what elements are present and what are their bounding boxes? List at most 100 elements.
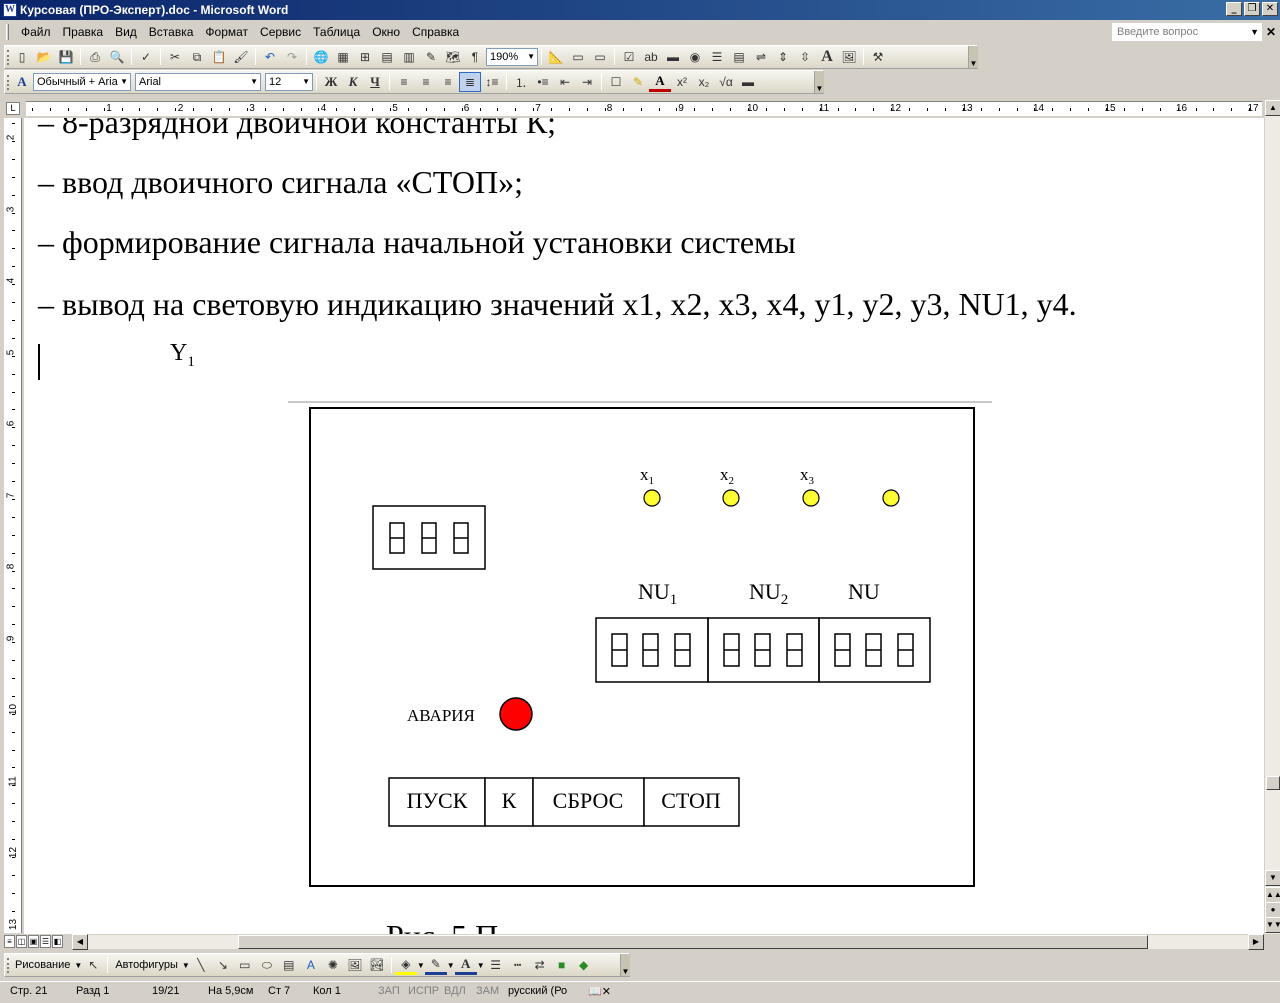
listbox-control-icon[interactable]: ☰ [706, 47, 728, 67]
diagram-tool-icon[interactable]: ✺ [322, 955, 344, 975]
insert-table-icon[interactable]: ⊞ [354, 47, 376, 67]
font-color-icon[interactable]: A [649, 72, 671, 92]
horizontal-ruler[interactable]: 1 2 3 4 5 6 7 8 9 10 11 12 13 14 15 16 17 [26, 101, 1262, 116]
textbox-tool-icon[interactable]: ▤ [278, 955, 300, 975]
open-folder-icon[interactable]: 📂 [33, 47, 55, 67]
borders-icon[interactable]: ☐ [605, 72, 627, 92]
web-layout-icon[interactable]: ◫ [16, 935, 27, 948]
drawing-icon[interactable]: ✎ [420, 47, 442, 67]
wordart-tool-icon[interactable]: A [300, 955, 322, 975]
arrow-style-icon[interactable]: ⇄ [529, 955, 551, 975]
save-icon[interactable]: 💾 [55, 47, 77, 67]
chevron-down-icon[interactable]: ▼ [182, 961, 190, 970]
underline-button[interactable]: Ч [364, 72, 386, 92]
columns-icon[interactable]: ▥ [398, 47, 420, 67]
spelling-icon[interactable]: ✓ [135, 47, 157, 67]
italic-button[interactable]: К [342, 72, 364, 92]
new-document-icon[interactable]: ▯ [11, 47, 33, 67]
view-code-icon[interactable]: ▭ [589, 47, 611, 67]
design-mode-icon[interactable]: 📐 [545, 47, 567, 67]
print-preview-icon[interactable]: 🔍 [106, 47, 128, 67]
ask-question-input[interactable]: Введите вопрос ▼ [1112, 23, 1262, 41]
menu-tools[interactable]: Сервис [254, 23, 307, 41]
chevron-down-icon[interactable]: ▼ [527, 49, 535, 65]
label-control-icon[interactable]: A [816, 47, 838, 67]
spelling-status-icon[interactable]: 📖✕ [588, 985, 611, 998]
toolbar-options-icon[interactable]: ▼ [968, 46, 978, 68]
fill-color-icon[interactable]: ◈ [394, 955, 417, 975]
cut-icon[interactable]: ✂ [164, 47, 186, 67]
menu-grip[interactable] [6, 24, 9, 40]
align-center-icon[interactable]: ≡ [415, 72, 437, 92]
print-layout-icon[interactable]: ▣ [28, 935, 39, 948]
document-close-icon[interactable]: ✕ [1266, 25, 1276, 39]
arrow-tool-icon[interactable]: ↘ [212, 955, 234, 975]
chevron-down-icon[interactable]: ▼ [477, 961, 485, 970]
spinbutton-control-icon[interactable]: ⇕ [772, 47, 794, 67]
superscript-icon[interactable]: x² [671, 72, 693, 92]
chevron-down-icon[interactable]: ▼ [74, 961, 82, 970]
3d-style-icon[interactable]: ◆ [573, 955, 595, 975]
scrollbar-control-icon[interactable]: ⇳ [794, 47, 816, 67]
next-page-icon[interactable]: ▼▼ [1265, 917, 1280, 933]
minimize-icon[interactable]: _ [1226, 2, 1242, 16]
increase-indent-icon[interactable]: ⇥ [576, 72, 598, 92]
equation-icon[interactable]: √α [715, 72, 737, 92]
textbox-control-icon[interactable]: ab [640, 47, 662, 67]
toolbar-options-icon[interactable]: ▼ [814, 71, 824, 93]
vertical-scrollbar[interactable]: ▲ ▼ ▲▲ ● ▼▼ [1264, 100, 1280, 934]
bold-button[interactable]: Ж [320, 72, 342, 92]
line-spacing-icon[interactable]: ↕≡ [481, 72, 503, 92]
menu-view[interactable]: Вид [109, 23, 143, 41]
status-ovr[interactable]: ЗАМ [476, 985, 499, 997]
normal-view-icon[interactable]: ≡ [4, 935, 15, 948]
menu-format[interactable]: Формат [199, 23, 254, 41]
radio-control-icon[interactable]: ◉ [684, 47, 706, 67]
status-ext[interactable]: ВДЛ [444, 985, 466, 997]
insert-picture-icon[interactable]: 🏞 [366, 955, 388, 975]
toolbar-options-icon[interactable]: ▼ [620, 954, 630, 976]
select-browse-object-icon[interactable]: ● [1265, 902, 1280, 918]
image-control-icon[interactable]: 🖼 [838, 47, 860, 67]
subscript-icon[interactable]: x₂ [693, 72, 715, 92]
style-select[interactable]: Обычный + Aria ▼ [33, 73, 131, 91]
drawing-menu-button[interactable]: Рисование [11, 959, 74, 971]
combobox-control-icon[interactable]: ▤ [728, 47, 750, 67]
highlight-icon[interactable]: ✎ [627, 72, 649, 92]
insert-excel-icon[interactable]: ▤ [376, 47, 398, 67]
vertical-scroll-thumb[interactable] [1266, 776, 1280, 790]
more-controls-icon[interactable]: ⚒ [867, 47, 889, 67]
chevron-down-icon[interactable]: ▼ [120, 74, 128, 90]
decrease-indent-icon[interactable]: ⇤ [554, 72, 576, 92]
horizontal-scroll-thumb[interactable] [238, 935, 1148, 949]
scroll-up-icon[interactable]: ▲ [1265, 100, 1280, 116]
autoshapes-menu-button[interactable]: Автофигуры [111, 959, 182, 971]
document-page[interactable]: – 8-разрядной двоичной константы К; – вв… [24, 118, 1264, 934]
align-left-icon[interactable]: ≡ [393, 72, 415, 92]
dash-style-icon[interactable]: ┅ [507, 955, 529, 975]
horizontal-scrollbar[interactable]: ◀ ▶ [72, 934, 1264, 950]
select-objects-icon[interactable]: ↖ [82, 955, 104, 975]
paste-icon[interactable]: 📋 [208, 47, 230, 67]
menu-window[interactable]: Окно [366, 23, 406, 41]
menu-help[interactable]: Справка [406, 23, 465, 41]
scroll-left-icon[interactable]: ◀ [72, 934, 88, 950]
line-style-icon[interactable]: ☰ [485, 955, 507, 975]
copy-icon[interactable]: ⧉ [186, 47, 208, 67]
rectangle-tool-icon[interactable]: ▭ [234, 955, 256, 975]
toolbar-grip[interactable] [7, 958, 10, 973]
oval-tool-icon[interactable]: ⬭ [256, 955, 278, 975]
format-painter-icon[interactable]: 🖌 [230, 47, 252, 67]
reading-layout-icon[interactable]: ▬ [737, 72, 759, 92]
font-size-select[interactable]: 12 ▼ [265, 73, 313, 91]
toolbar-grip[interactable] [7, 50, 10, 65]
chevron-down-icon[interactable]: ▼ [417, 961, 425, 970]
toolbar-grip[interactable] [7, 75, 10, 90]
vertical-ruler[interactable]: 2 3 4 5 6 7 8 9 10 11 12 13 [4, 118, 22, 933]
checkbox-control-icon[interactable]: ☑ [618, 47, 640, 67]
menu-file[interactable]: Файл [15, 23, 57, 41]
print-icon[interactable]: ⎙ [84, 47, 106, 67]
menu-edit[interactable]: Правка [57, 23, 110, 41]
line-color-icon[interactable]: ✎ [424, 955, 447, 975]
restore-icon[interactable]: ❐ [1244, 2, 1260, 16]
